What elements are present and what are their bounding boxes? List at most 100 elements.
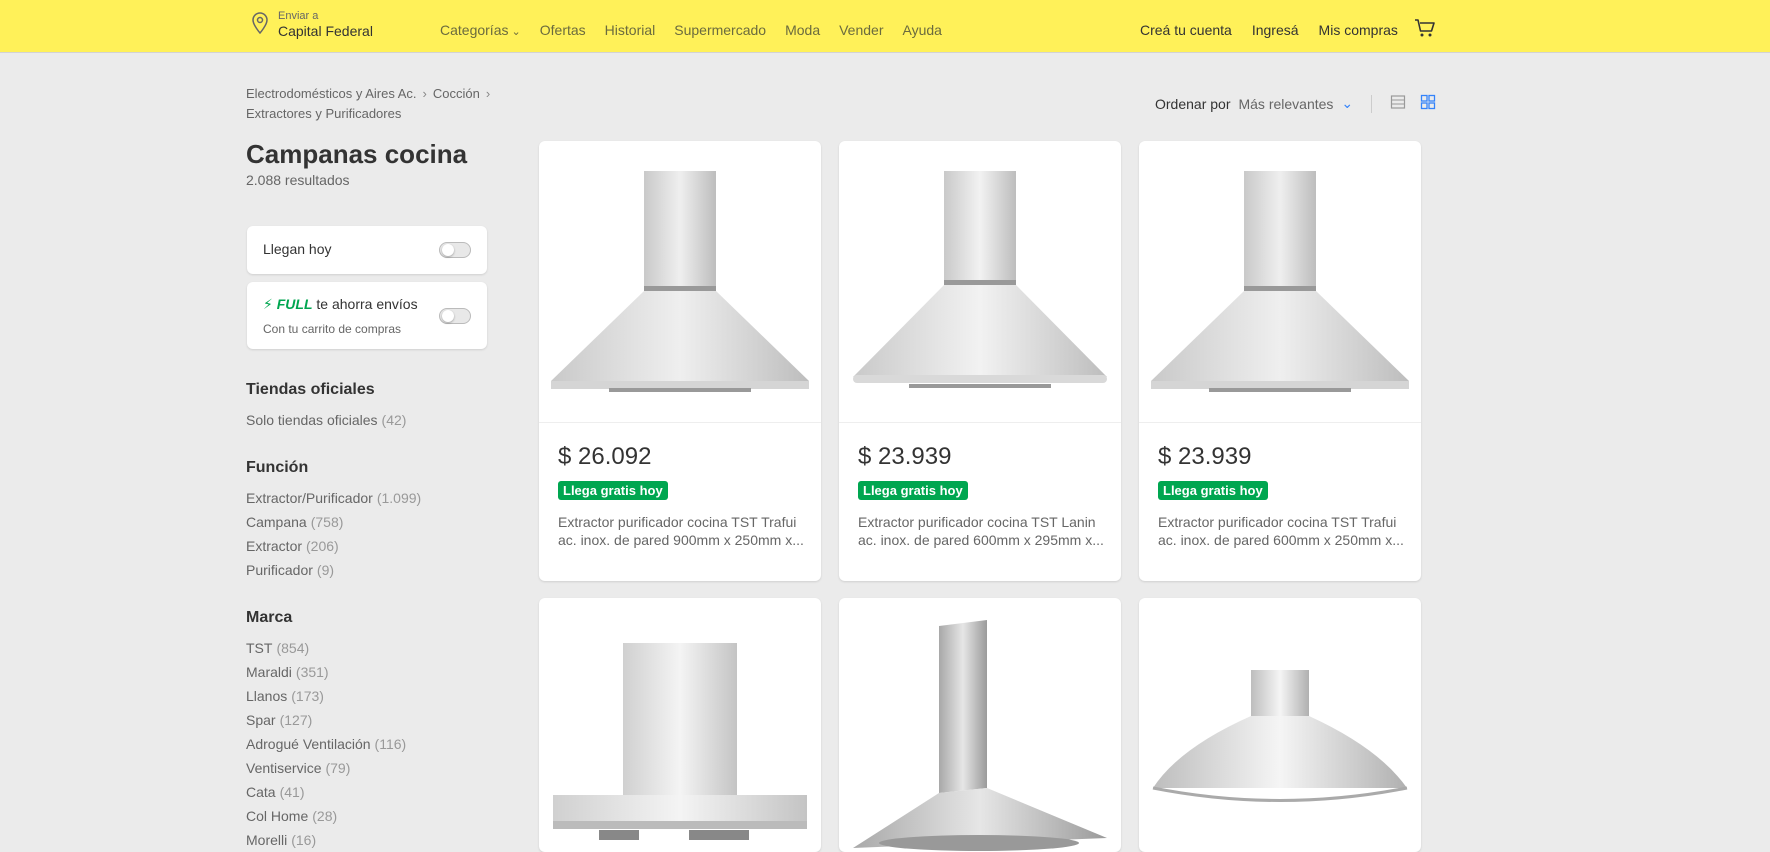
page-title: Campanas cocina xyxy=(246,139,468,169)
option-count: (79) xyxy=(325,760,351,776)
cart-icon[interactable] xyxy=(1414,18,1436,43)
product-card[interactable] xyxy=(539,598,821,852)
filter-section-marca: Marca TST (854) Maraldi (351) Llanos (173) … xyxy=(246,609,506,852)
option-label: Llanos xyxy=(246,688,288,704)
product-image[interactable] xyxy=(1139,141,1421,423)
filter-label: Llegan hoy xyxy=(263,241,332,257)
filter-section-title: Marca xyxy=(246,609,293,626)
chevron-down-icon[interactable]: ⌄ xyxy=(1341,95,1353,112)
breadcrumb-item[interactable]: Cocción xyxy=(433,86,480,101)
product-card[interactable]: $ 23.939 Llega gratis hoy Extractor puri… xyxy=(1139,141,1421,581)
location-selector[interactable]: Enviar a Capital Federal xyxy=(250,10,373,40)
nav-supermercado[interactable]: Supermercado xyxy=(674,22,766,38)
filter-option[interactable]: Ventiservice (79) xyxy=(246,756,506,780)
sort-dropdown[interactable]: Más relevantes xyxy=(1238,96,1333,112)
nav-vender[interactable]: Vender xyxy=(839,22,883,38)
nav-moda[interactable]: Moda xyxy=(785,22,820,38)
full-label: ⚡ FULL te ahorra envíos xyxy=(263,296,418,313)
option-count: (351) xyxy=(295,664,329,680)
breadcrumb: Electrodomésticos y Aires Ac. › Cocción › E… xyxy=(246,84,536,124)
lightning-icon: ⚡ xyxy=(263,296,273,312)
nav-ofertas[interactable]: Ofertas xyxy=(540,22,586,38)
product-image[interactable] xyxy=(539,141,821,423)
grid-view-icon[interactable] xyxy=(1420,94,1436,113)
shipping-badge: Llega gratis hoy xyxy=(858,481,968,500)
toggle-switch[interactable] xyxy=(439,308,471,324)
toggle-switch[interactable] xyxy=(439,242,471,258)
filter-section-tiendas: Tiendas oficiales Solo tiendas oficiales… xyxy=(246,381,506,432)
option-label: Morelli xyxy=(246,832,288,848)
nav-historial[interactable]: Historial xyxy=(605,22,656,38)
my-purchases-link[interactable]: Mis compras xyxy=(1319,22,1398,38)
full-subtext: Con tu carrito de compras xyxy=(263,322,402,336)
filter-section-funcion: Función Extractor/Purificador (1.099) Cam… xyxy=(246,459,506,582)
product-image[interactable] xyxy=(1139,598,1421,852)
breadcrumb-item[interactable]: Extractores y Purificadores xyxy=(246,106,401,121)
nav-categorias[interactable]: Categorías xyxy=(440,22,521,38)
shipping-badge: Llega gratis hoy xyxy=(1158,481,1268,500)
filter-option[interactable]: Campana (758) xyxy=(246,510,506,534)
option-count: (127) xyxy=(279,712,313,728)
product-title[interactable]: Extractor purificador cocina TST Trafui … xyxy=(1158,513,1408,549)
option-label: Col Home xyxy=(246,808,309,824)
breadcrumb-item[interactable]: Electrodomésticos y Aires Ac. xyxy=(246,86,417,101)
option-label: TST xyxy=(246,640,273,656)
filter-option[interactable]: Purificador (9) xyxy=(246,558,506,582)
filter-llegan-hoy[interactable]: Llegan hoy xyxy=(247,226,487,274)
location-label: Enviar a xyxy=(278,10,319,22)
option-count: (41) xyxy=(279,784,305,800)
product-price: $ 26.092 xyxy=(558,443,652,470)
filter-section-title: Tiendas oficiales xyxy=(246,381,375,398)
option-count: (42) xyxy=(381,412,407,428)
location-pin-icon xyxy=(250,11,270,40)
filter-option[interactable]: TST (854) xyxy=(246,636,506,660)
product-card[interactable] xyxy=(1139,598,1421,852)
create-account-link[interactable]: Creá tu cuenta xyxy=(1140,22,1232,38)
option-count: (854) xyxy=(276,640,310,656)
sort-label: Ordenar por xyxy=(1155,95,1231,112)
option-label: Extractor/Purificador xyxy=(246,490,373,506)
product-price: $ 23.939 xyxy=(1158,443,1252,470)
option-label: Spar xyxy=(246,712,276,728)
product-title[interactable]: Extractor purificador cocina TST Trafui … xyxy=(558,513,808,549)
header: Enviar a Capital Federal Categorías Ofer… xyxy=(0,0,1770,52)
filter-option[interactable]: Llanos (173) xyxy=(246,684,506,708)
option-label: Adrogué Ventilación xyxy=(246,736,371,752)
sort-bar: Ordenar por Más relevantes ⌄ xyxy=(1155,94,1436,113)
product-title[interactable]: Extractor purificador cocina TST Lanin a… xyxy=(858,513,1108,549)
filter-option[interactable]: Spar (127) xyxy=(246,708,506,732)
nav-ayuda[interactable]: Ayuda xyxy=(902,22,941,38)
login-link[interactable]: Ingresá xyxy=(1252,22,1299,38)
filter-option[interactable]: Maraldi (351) xyxy=(246,660,506,684)
option-count: (16) xyxy=(291,832,317,848)
option-label: Ventiservice xyxy=(246,760,322,776)
list-view-icon[interactable] xyxy=(1390,94,1406,113)
filter-section-title: Función xyxy=(246,459,309,476)
option-label: Extractor xyxy=(246,538,303,554)
option-count: (116) xyxy=(374,736,407,752)
filter-option[interactable]: Morelli (16) xyxy=(246,828,506,852)
full-text: te ahorra envíos xyxy=(316,296,418,312)
chevron-right-icon: › xyxy=(422,86,427,101)
option-label: Solo tiendas oficiales xyxy=(246,412,378,428)
product-card[interactable] xyxy=(839,598,1121,852)
option-label: Purificador xyxy=(246,562,313,578)
filter-option[interactable]: Solo tiendas oficiales (42) xyxy=(246,408,506,432)
results-count: 2.088 resultados xyxy=(246,172,350,188)
product-card[interactable]: $ 23.939 Llega gratis hoy Extractor puri… xyxy=(839,141,1121,581)
product-image[interactable] xyxy=(539,598,821,852)
filter-option[interactable]: Adrogué Ventilación (116) xyxy=(246,732,506,756)
filter-option[interactable]: Col Home (28) xyxy=(246,804,506,828)
filter-full[interactable]: ⚡ FULL te ahorra envíos Con tu carrito d… xyxy=(247,282,487,349)
product-image[interactable] xyxy=(839,598,1121,852)
product-card[interactable]: $ 26.092 Llega gratis hoy Extractor puri… xyxy=(539,141,821,581)
product-image[interactable] xyxy=(839,141,1121,423)
option-count: (9) xyxy=(316,562,335,578)
option-count: (1.099) xyxy=(376,490,422,506)
option-label: Maraldi xyxy=(246,664,292,680)
filter-option[interactable]: Cata (41) xyxy=(246,780,506,804)
account-nav: Creá tu cuenta Ingresá Mis compras xyxy=(1140,22,1398,38)
filter-option[interactable]: Extractor (206) xyxy=(246,534,506,558)
filter-option[interactable]: Extractor/Purificador (1.099) xyxy=(246,486,506,510)
chevron-right-icon: › xyxy=(485,86,491,101)
